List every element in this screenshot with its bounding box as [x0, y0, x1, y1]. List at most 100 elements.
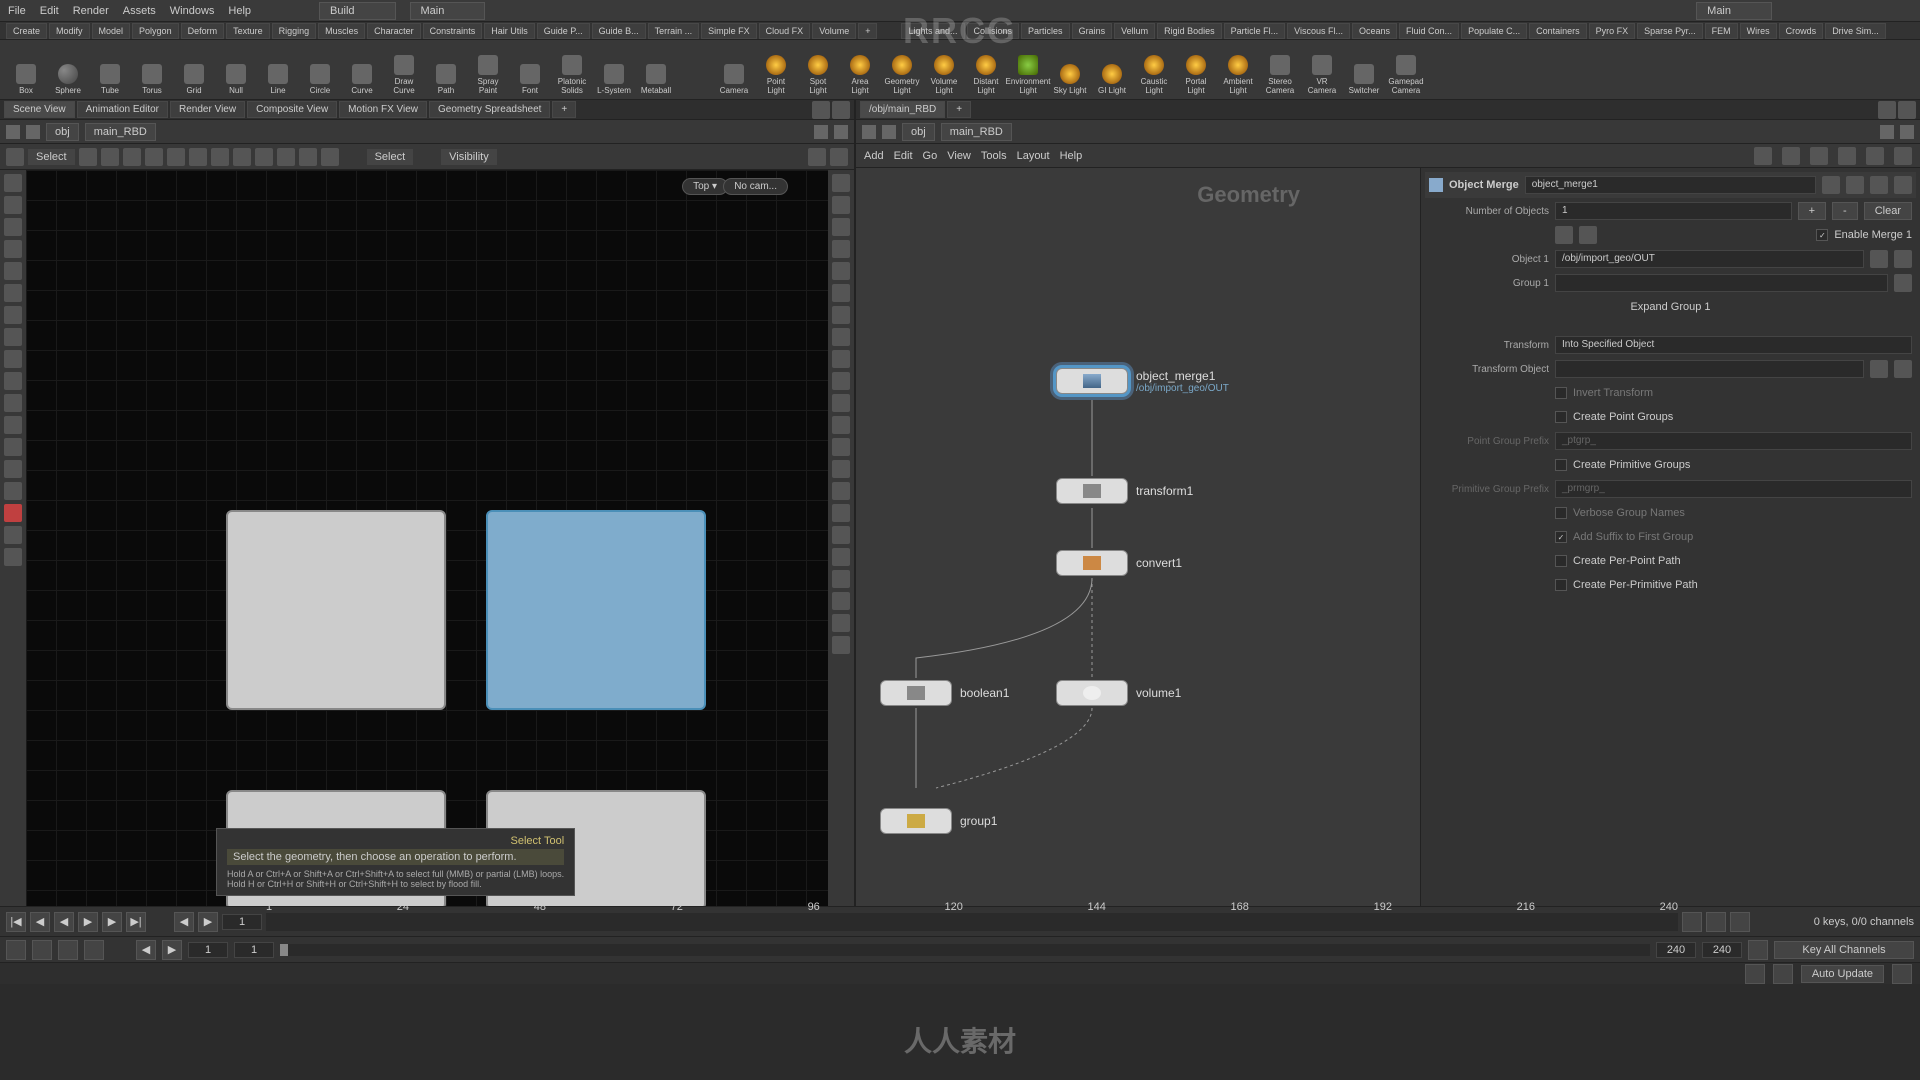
snap-tool-icon[interactable] [4, 438, 22, 456]
path-obj[interactable]: obj [46, 123, 79, 141]
path-node[interactable]: main_RBD [941, 123, 1012, 141]
shelf-tab-add[interactable]: + [858, 23, 877, 39]
next-frame-icon[interactable]: ▶ [102, 912, 122, 932]
op-name-field[interactable]: object_merge1 [1525, 176, 1816, 194]
tab-add[interactable]: + [947, 101, 971, 118]
shelf-tab[interactable]: Texture [226, 23, 270, 39]
group1-field[interactable] [1555, 274, 1888, 292]
desktop-build[interactable]: Build [319, 2, 395, 20]
play-icon[interactable]: ▶ [78, 912, 98, 932]
object1-field[interactable]: /obj/import_geo/OUT [1555, 250, 1864, 268]
tool-causticlight[interactable]: Caustic Light [1136, 45, 1172, 95]
scope-icon[interactable] [6, 940, 26, 960]
tool-box[interactable]: Box [8, 45, 44, 95]
gear-icon[interactable] [1822, 176, 1840, 194]
shelf-tab[interactable]: Cloud FX [759, 23, 811, 39]
display-opt-icon[interactable] [832, 350, 850, 368]
add-suffix-checkbox[interactable]: ✓ [1555, 531, 1567, 543]
snap-tool-icon[interactable] [4, 372, 22, 390]
snap-tool-icon[interactable] [4, 306, 22, 324]
node-convert[interactable]: convert1 [1056, 550, 1182, 576]
sel-mode-icon[interactable] [123, 148, 141, 166]
sel-mode-icon[interactable] [189, 148, 207, 166]
net-menu-help[interactable]: Help [1060, 150, 1083, 162]
camera-badge[interactable]: No cam... [723, 178, 788, 195]
sel-mode-icon[interactable] [145, 148, 163, 166]
tool-platonic[interactable]: Platonic Solids [554, 45, 590, 95]
shelf-tab[interactable]: Muscles [318, 23, 365, 39]
range-end-field[interactable] [1702, 942, 1742, 958]
node-boolean[interactable]: boolean1 [880, 680, 1009, 706]
tab-network[interactable]: /obj/main_RBD [860, 101, 945, 118]
tool-camera[interactable]: Camera [716, 45, 752, 95]
tab-scene-view[interactable]: Scene View [4, 101, 75, 118]
display-opt-icon[interactable] [832, 482, 850, 500]
tool-line[interactable]: Line [260, 45, 296, 95]
next-icon[interactable]: ▶ [162, 940, 182, 960]
expand-groups-link[interactable]: Expand Group 1 [1630, 301, 1710, 313]
node-body[interactable] [880, 680, 952, 706]
lock-range-icon[interactable] [1748, 940, 1768, 960]
pane-menu-icon[interactable] [832, 101, 850, 119]
shelf-tab[interactable]: Character [367, 23, 421, 39]
sel-mode-icon[interactable] [167, 148, 185, 166]
view-tool-icon[interactable] [4, 174, 22, 192]
tool-null[interactable]: Null [218, 45, 254, 95]
comment-icon[interactable] [1894, 176, 1912, 194]
sel-mode-icon[interactable] [277, 148, 295, 166]
shelf-tab[interactable]: Drive Sim... [1825, 23, 1886, 39]
scale-tool-icon[interactable] [4, 262, 22, 280]
tool-curve[interactable]: Curve [344, 45, 380, 95]
menu-help[interactable]: Help [228, 5, 251, 17]
back-icon[interactable] [862, 125, 876, 139]
snap-tool-icon[interactable] [4, 394, 22, 412]
last-frame-icon[interactable]: ▶| [126, 912, 146, 932]
current-frame-field[interactable] [222, 914, 262, 930]
sel-mode-icon[interactable] [321, 148, 339, 166]
jump-icon[interactable] [1894, 250, 1912, 268]
display-opt-icon[interactable] [832, 240, 850, 258]
viewport-3d[interactable]: Top ▾ No cam... Select Tool Select the g… [26, 170, 828, 906]
forward-icon[interactable] [882, 125, 896, 139]
shelf-tab[interactable]: Constraints [423, 23, 483, 39]
net-tool-icon[interactable] [1782, 147, 1800, 165]
enable-merge-checkbox[interactable]: ✓ [1816, 229, 1828, 241]
tool-tube[interactable]: Tube [92, 45, 128, 95]
select-tool-icon[interactable] [4, 196, 22, 214]
tool-stereocam[interactable]: Stereo Camera [1262, 45, 1298, 95]
tab-composite-view[interactable]: Composite View [247, 101, 337, 118]
tool-gilight[interactable]: GI Light [1094, 45, 1130, 95]
create-prim-groups-checkbox[interactable] [1555, 459, 1567, 471]
display-opt-icon[interactable] [832, 196, 850, 214]
node-transform[interactable]: transform1 [1056, 478, 1193, 504]
link-icon[interactable] [834, 125, 848, 139]
shelf-tab[interactable]: Oceans [1352, 23, 1397, 39]
snap-tool-icon[interactable] [4, 350, 22, 368]
auto-update-dropdown[interactable]: Auto Update [1801, 965, 1884, 983]
display-opt-icon[interactable] [832, 262, 850, 280]
tool-torus[interactable]: Torus [134, 45, 170, 95]
shelf-tab[interactable]: Rigging [272, 23, 317, 39]
rend-field[interactable] [1656, 942, 1696, 958]
snap-tool-icon[interactable] [4, 526, 22, 544]
snap-tool-icon[interactable] [4, 482, 22, 500]
display-opt-icon[interactable] [832, 306, 850, 324]
op-chooser-icon[interactable] [1870, 250, 1888, 268]
tool-path[interactable]: Path [428, 45, 464, 95]
shelf-tab[interactable]: Model [92, 23, 131, 39]
tool-vrcam[interactable]: VR Camera [1304, 45, 1340, 95]
net-menu-add[interactable]: Add [864, 150, 884, 162]
key-all-channels-btn[interactable]: Key All Channels [1774, 941, 1914, 959]
tool-portallight[interactable]: Portal Light [1178, 45, 1214, 95]
back-icon[interactable] [6, 125, 20, 139]
node-object-merge[interactable]: object_merge1 /obj/import_geo/OUT [1056, 368, 1229, 394]
shelf-tab[interactable]: Guide B... [592, 23, 646, 39]
tool-grid[interactable]: Grid [176, 45, 212, 95]
lock-tool-icon[interactable] [4, 284, 22, 302]
visibility-dropdown[interactable]: Visibility [441, 149, 497, 165]
menu-render[interactable]: Render [73, 5, 109, 17]
timeline-track[interactable]: 12448 7296120 144168192 216240 [266, 913, 1678, 931]
node-group[interactable]: group1 [880, 808, 997, 834]
add-instance-icon[interactable] [1579, 226, 1597, 244]
display-opt-icon[interactable] [832, 592, 850, 610]
